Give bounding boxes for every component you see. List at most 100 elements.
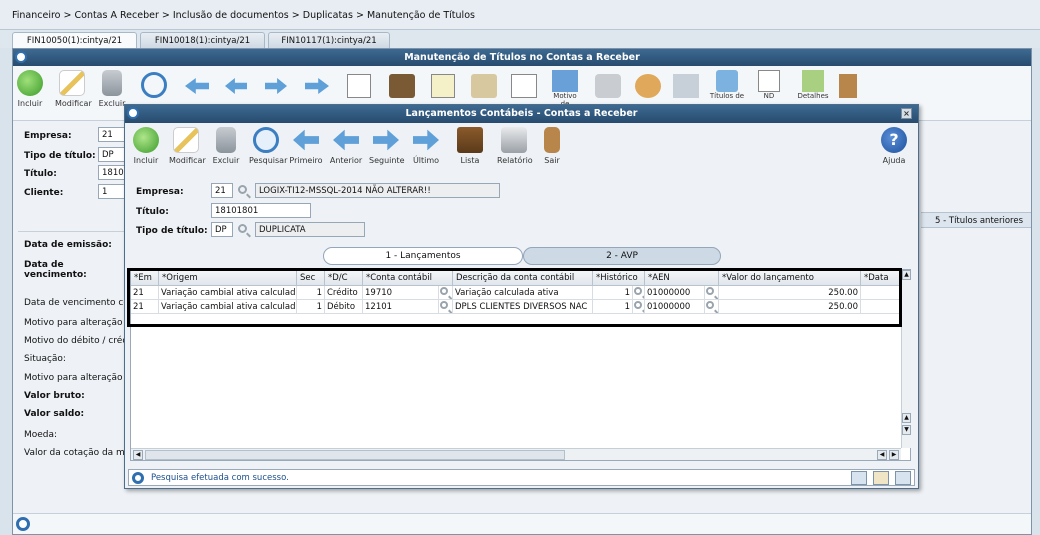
main-titulo-field[interactable]: 18101: [98, 165, 129, 180]
ultimo-label: Último: [412, 156, 440, 165]
dialog-titlebar: Lançamentos Contábeis - Contas a Receber…: [125, 105, 918, 123]
anterior-button[interactable]: Anterior: [329, 127, 363, 165]
main-note-icon[interactable]: [511, 74, 537, 98]
incluir-label: Incluir: [133, 156, 159, 165]
titulo-field[interactable]: 18101801: [211, 203, 311, 218]
main-search-icon[interactable]: [141, 72, 167, 98]
horizontal-scroll-thumb[interactable]: [145, 450, 565, 460]
main-titulos-button[interactable]: Títulos de: [709, 70, 745, 100]
window-tabs: FIN10050(1):cintya/21 FIN10018(1):cintya…: [0, 30, 1040, 48]
tab-fin10050[interactable]: FIN10050(1):cintya/21: [12, 32, 137, 48]
tipo-titulo-field[interactable]: DP: [211, 222, 233, 237]
main-scale-icon[interactable]: [471, 74, 497, 98]
scroll-left-icon[interactable]: ◀: [877, 450, 887, 460]
status-logo-icon: [16, 517, 30, 531]
data-venc-com-label: Data de vencimento com: [24, 298, 138, 308]
excluir-label: Excluir: [212, 156, 240, 165]
money-icon: [716, 70, 738, 92]
empresa-label: Empresa:: [136, 187, 184, 197]
exit-door-icon: [544, 127, 560, 153]
trash-icon: [102, 70, 122, 96]
main-report-icon[interactable]: [347, 74, 371, 98]
empresa-field[interactable]: 21: [211, 183, 233, 198]
main-excluir-button[interactable]: Excluir: [97, 70, 127, 108]
book-icon: [457, 127, 483, 153]
valor-bruto-label: Valor bruto:: [24, 391, 85, 401]
main-cliente-label: Cliente:: [24, 188, 64, 198]
scroll-up-icon[interactable]: ▲: [902, 413, 911, 423]
main-books-icon[interactable]: [389, 74, 415, 98]
main-incluir-button[interactable]: Incluir: [13, 70, 47, 108]
main-document-icon[interactable]: [431, 74, 455, 98]
add-icon: [133, 127, 159, 153]
tipo-lookup-icon[interactable]: [238, 224, 247, 233]
main-empresa-label: Empresa:: [24, 131, 72, 141]
seguinte-button[interactable]: Seguinte: [369, 127, 405, 165]
ajuda-button[interactable]: ? Ajuda: [877, 127, 911, 165]
relatorio-button[interactable]: Relatório: [497, 127, 533, 165]
titulos-label: Títulos de: [709, 92, 745, 100]
sair-button[interactable]: Sair: [535, 127, 569, 165]
excluir-button[interactable]: Excluir: [209, 127, 243, 165]
print-icon[interactable]: [873, 471, 889, 485]
main-modificar-button[interactable]: Modificar: [55, 70, 92, 108]
lista-button[interactable]: Lista: [453, 127, 487, 165]
tipo-titulo-label: Tipo de título:: [136, 226, 208, 236]
main-titlebar: Manutenção de Títulos no Contas a Recebe…: [13, 49, 1031, 66]
ultimo-button[interactable]: Último: [409, 127, 443, 165]
main-print-icon[interactable]: [595, 74, 621, 98]
incluir-button[interactable]: Incluir: [129, 127, 163, 165]
vertical-scrollbar[interactable]: ▲ ▲ ▼: [901, 270, 911, 448]
primeiro-button[interactable]: Primeiro: [289, 127, 323, 165]
main-first-icon[interactable]: [185, 78, 209, 94]
main-exit-icon[interactable]: [839, 74, 857, 98]
scroll-right-icon[interactable]: ▶: [889, 450, 899, 460]
main-last-icon[interactable]: [305, 78, 329, 94]
add-icon: [17, 70, 43, 96]
last-arrow-icon: [413, 129, 439, 151]
pesquisar-label: Pesquisar: [249, 156, 288, 165]
main-title: Manutenção de Títulos no Contas a Recebe…: [404, 52, 640, 63]
tab-fin10117[interactable]: FIN10117(1):cintya/21: [268, 32, 390, 48]
scroll-down-icon[interactable]: ▼: [902, 425, 911, 435]
subtab-avp[interactable]: 2 - AVP: [523, 247, 721, 265]
dialog-toolbar: Incluir Modificar Excluir Pesquisar Prim…: [125, 123, 918, 173]
main-next-icon[interactable]: [265, 78, 287, 94]
empresa-lookup-icon[interactable]: [238, 185, 247, 194]
main-cliente-field[interactable]: 1: [98, 184, 126, 199]
lista-label: Lista: [460, 156, 480, 165]
main-previous-icon[interactable]: [225, 78, 247, 94]
printer-icon: [501, 127, 527, 153]
main-motivo-button[interactable]: Motivo de: [549, 70, 581, 108]
tools-icon[interactable]: [851, 471, 867, 485]
titulo-label: Título:: [136, 207, 169, 217]
main-nd-button[interactable]: ND: [753, 70, 785, 100]
status-message: Pesquisa efetuada com sucesso.: [151, 473, 289, 483]
main-detalhes-button[interactable]: Detalhes: [793, 70, 833, 100]
valor-cotacao-label: Valor da cotação da moe: [24, 448, 136, 458]
status-logo-icon: [132, 472, 144, 484]
modificar-label: Modificar: [169, 156, 206, 165]
edit-icon: [173, 127, 199, 153]
main-tools-icon[interactable]: [673, 74, 699, 98]
tab-fin10018[interactable]: FIN10018(1):cintya/21: [140, 32, 265, 48]
main-statusbar: [13, 513, 1031, 534]
tab-titulos-anteriores[interactable]: 5 - Títulos anteriores: [921, 212, 1031, 228]
horizontal-scrollbar[interactable]: ◀ ◀ ▶: [131, 448, 901, 460]
anterior-label: Anterior: [329, 156, 363, 165]
main-tipo-field[interactable]: DP: [98, 147, 126, 162]
close-icon[interactable]: ×: [901, 108, 912, 119]
scroll-left-icon[interactable]: ◀: [133, 450, 143, 460]
main-users-icon[interactable]: [635, 74, 661, 98]
trash-icon: [216, 127, 236, 153]
modificar-button[interactable]: Modificar: [169, 127, 206, 165]
seguinte-label: Seguinte: [369, 156, 405, 165]
scroll-up-icon[interactable]: ▲: [902, 270, 911, 280]
dialog-logo-icon: [127, 107, 139, 119]
pesquisar-button[interactable]: Pesquisar: [249, 127, 287, 165]
chat-icon[interactable]: [895, 471, 911, 485]
main-empresa-field[interactable]: 21: [98, 127, 126, 142]
primeiro-label: Primeiro: [289, 156, 323, 165]
subtab-lancamentos[interactable]: 1 - Lançamentos: [323, 247, 523, 265]
main-titulo-label: Título:: [24, 169, 57, 179]
